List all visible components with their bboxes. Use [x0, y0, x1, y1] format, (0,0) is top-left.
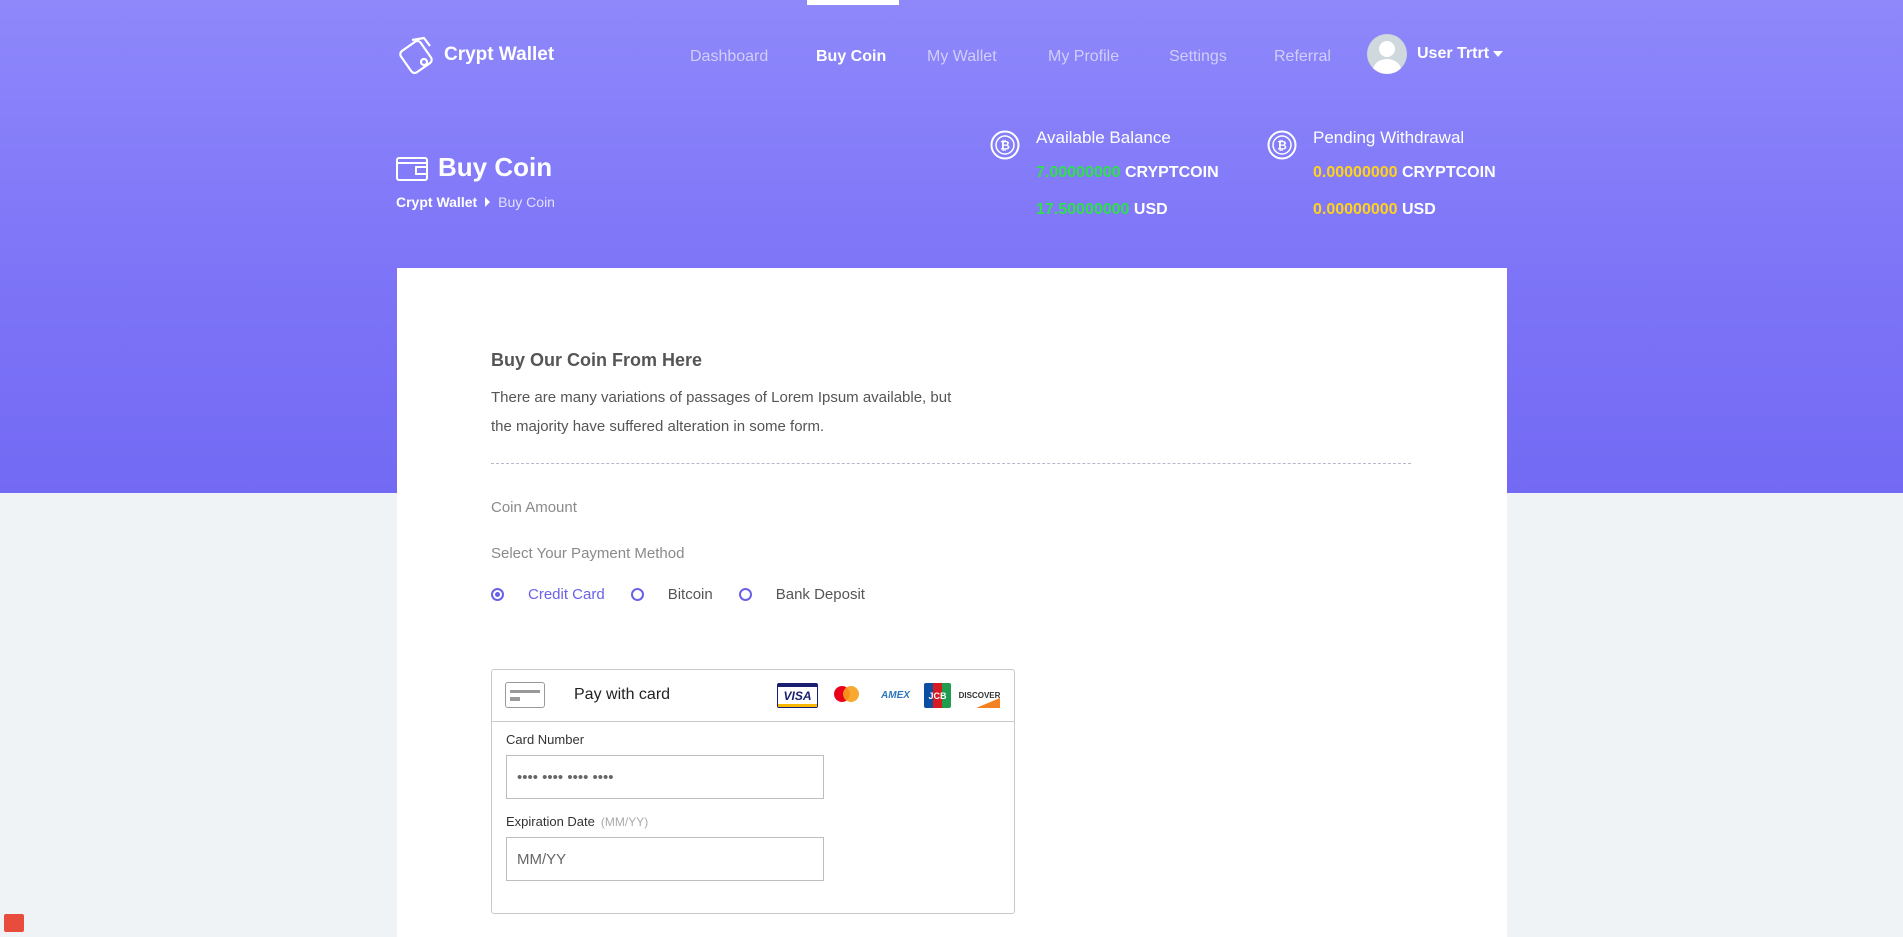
radio-credit-card-label[interactable]: Credit Card	[528, 586, 605, 603]
nav-buy-coin[interactable]: Buy Coin	[816, 48, 886, 66]
user-menu[interactable]: User Trtrt	[1367, 34, 1504, 74]
credit-card-icon	[505, 682, 545, 708]
nav-dashboard[interactable]: Dashboard	[690, 48, 768, 66]
amex-icon: AMEX	[881, 690, 910, 701]
card-number-input[interactable]	[506, 755, 824, 799]
page-heading: Buy Coin	[396, 152, 552, 183]
pending-coin-amount: 0.00000000	[1313, 164, 1398, 181]
visa-icon: VISA	[777, 683, 818, 708]
expiration-label-text: Expiration Date	[506, 814, 595, 829]
expiration-label: Expiration Date (MM/YY)	[506, 814, 648, 829]
pay-with-card-title: Pay with card	[574, 686, 671, 703]
card-brands: VISA AMEX JCB DISCOVER	[777, 683, 1000, 708]
pending-withdrawal-title: Pending Withdrawal	[1313, 128, 1465, 147]
available-usd-row: 17.50000000 USD	[1036, 201, 1168, 219]
nav-my-wallet[interactable]: My Wallet	[927, 48, 997, 66]
page-title: Buy Coin	[438, 152, 553, 182]
nav-settings[interactable]: Settings	[1169, 48, 1227, 66]
available-coin-amount: 7.00000000	[1036, 164, 1121, 181]
svg-text:₿: ₿	[1277, 139, 1287, 153]
card-number-label: Card Number	[506, 732, 585, 747]
bitcoin-icon: ₿	[990, 130, 1020, 160]
form-description: There are many variations of passages of…	[491, 389, 952, 435]
expiration-date-input[interactable]	[506, 837, 824, 881]
buy-coin-card: Buy Our Coin From Here There are many va…	[397, 268, 1507, 937]
available-usd-amount: 17.50000000	[1036, 201, 1130, 218]
available-balance-title: Available Balance	[1036, 128, 1171, 147]
nav-referral[interactable]: Referral	[1274, 48, 1331, 66]
expiration-hint: (MM/YY)	[600, 815, 649, 829]
pending-withdrawal: ₿ Pending Withdrawal 0.00000000 CRYPTCOI…	[1267, 128, 1517, 228]
pending-coin-row: 0.00000000 CRYPTCOIN	[1313, 164, 1496, 182]
payment-method-options: Credit Card Bitcoin Bank Deposit	[491, 586, 891, 603]
available-usd-unit: USD	[1133, 201, 1168, 218]
payment-method-label: Select Your Payment Method	[491, 545, 685, 562]
discover-icon: DISCOVER	[959, 683, 1000, 708]
breadcrumb-current: Buy Coin	[498, 194, 555, 210]
coin-amount-label: Coin Amount	[491, 499, 577, 516]
wallet-icon	[396, 156, 428, 181]
caret-down-icon	[1493, 51, 1504, 57]
jcb-icon: JCB	[924, 683, 951, 708]
divider	[491, 463, 1411, 464]
avatar	[1367, 34, 1407, 74]
radio-bank-deposit-label[interactable]: Bank Deposit	[776, 586, 865, 603]
pending-coin-unit: CRYPTCOIN	[1401, 164, 1496, 181]
breadcrumb-home[interactable]: Crypt Wallet	[396, 194, 477, 210]
radio-bitcoin[interactable]	[630, 588, 644, 601]
available-coin-row: 7.00000000 CRYPTCOIN	[1036, 164, 1219, 182]
pending-usd-unit: USD	[1401, 201, 1436, 218]
user-name: User Trtrt	[1417, 45, 1490, 62]
breadcrumb: Crypt Wallet Buy Coin	[396, 194, 555, 210]
pending-usd-row: 0.00000000 USD	[1313, 201, 1436, 219]
svg-text:₿: ₿	[1000, 139, 1010, 153]
breadcrumb-arrow-icon	[485, 197, 491, 207]
nav-my-profile[interactable]: My Profile	[1048, 48, 1119, 66]
pay-with-card-box: Pay with card VISA AMEX JCB DISCOVER Car…	[491, 669, 1015, 914]
radio-bitcoin-label[interactable]: Bitcoin	[668, 586, 713, 603]
corner-widget-icon[interactable]	[4, 914, 24, 932]
pay-with-card-header: Pay with card VISA AMEX JCB DISCOVER	[492, 670, 1014, 722]
mastercard-icon	[826, 683, 867, 708]
available-coin-unit: CRYPTCOIN	[1124, 164, 1219, 181]
wallet-logo-icon	[399, 36, 433, 75]
form-title: Buy Our Coin From Here	[491, 350, 703, 370]
app-name: Crypt Wallet	[444, 44, 555, 65]
app-logo[interactable]: Crypt Wallet	[396, 34, 554, 76]
radio-credit-card[interactable]	[491, 588, 504, 601]
radio-bank-deposit[interactable]	[738, 588, 752, 601]
pending-usd-amount: 0.00000000	[1313, 201, 1398, 218]
available-balance: ₿ Available Balance 7.00000000 CRYPTCOIN…	[990, 128, 1250, 228]
bitcoin-icon: ₿	[1267, 130, 1297, 160]
active-nav-indicator	[807, 0, 899, 5]
